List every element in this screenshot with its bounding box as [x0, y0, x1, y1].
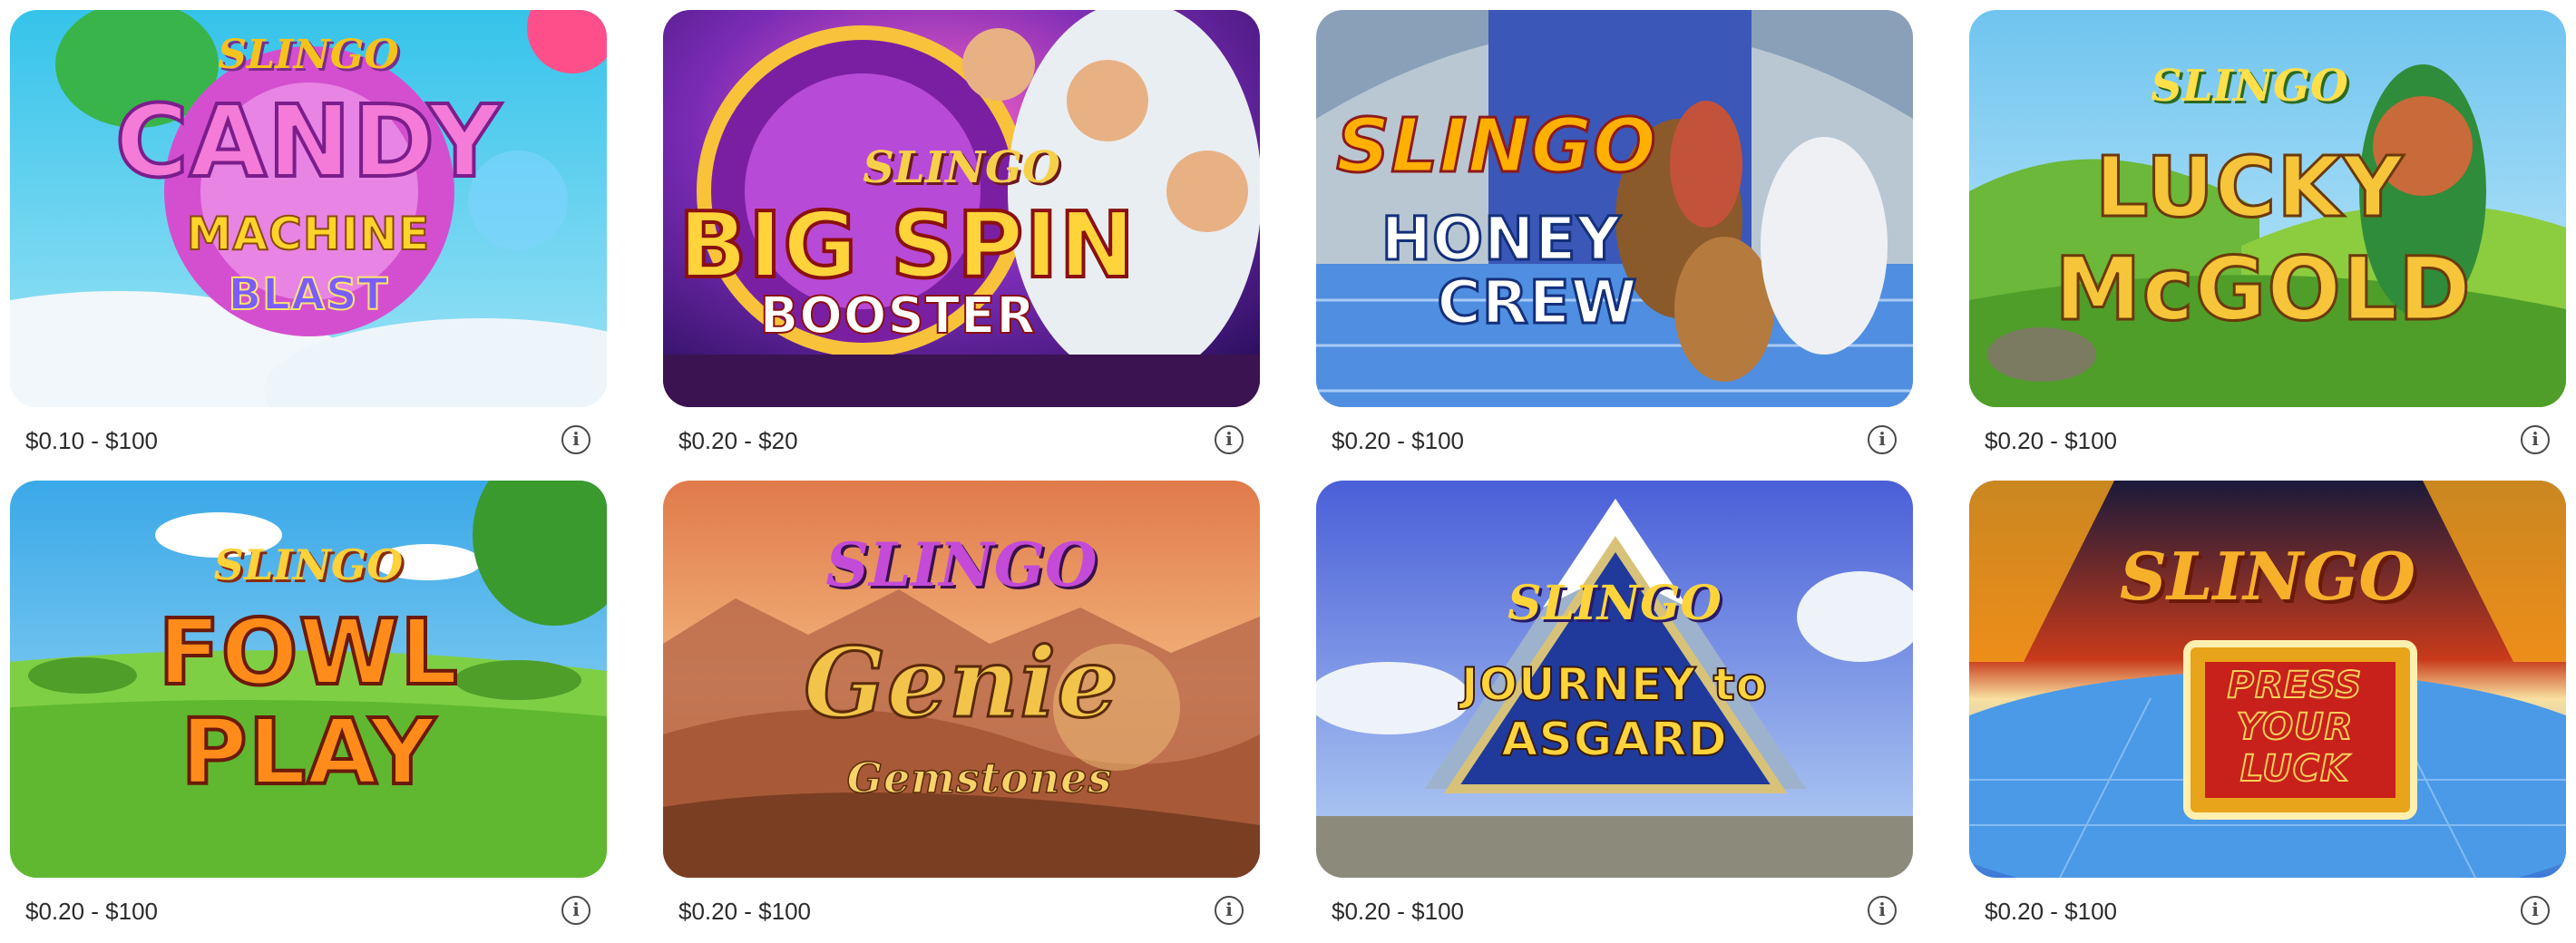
game-artwork: [1316, 10, 1913, 407]
game-meta: $0.20 - $100 i: [1316, 878, 1913, 943]
info-icon[interactable]: i: [561, 896, 590, 925]
game-thumbnail[interactable]: SLINGO PRESS YOUR LUCK: [1969, 481, 2566, 878]
game-artwork: [10, 10, 607, 407]
info-icon[interactable]: i: [1215, 896, 1244, 925]
info-icon[interactable]: i: [1868, 425, 1897, 454]
game-thumbnail[interactable]: SLINGO CANDY MACHINE BLAST: [10, 10, 607, 407]
bet-range: $0.20 - $100: [1332, 427, 1465, 454]
game-meta: $0.20 - $20 i: [663, 407, 1260, 472]
info-icon[interactable]: i: [2521, 896, 2550, 925]
info-icon[interactable]: i: [1215, 425, 1244, 454]
game-card-honey-crew[interactable]: SLINGO HONEY CREW $0.20 - $100 i: [1316, 10, 1913, 472]
game-artwork: [1969, 481, 2566, 878]
bet-range: $0.20 - $100: [1332, 898, 1465, 925]
game-meta: $0.20 - $100 i: [663, 878, 1260, 943]
game-thumbnail[interactable]: SLINGO FOWL PLAY: [10, 481, 607, 878]
game-thumbnail[interactable]: SLINGO HONEY CREW: [1316, 10, 1913, 407]
info-icon[interactable]: i: [1868, 896, 1897, 925]
game-thumbnail[interactable]: SLINGO Genie Gemstones: [663, 481, 1260, 878]
bet-range: $0.10 - $100: [25, 427, 159, 454]
info-icon[interactable]: i: [2521, 425, 2550, 454]
game-artwork: [1316, 481, 1913, 878]
bet-range: $0.20 - $100: [25, 898, 159, 925]
game-artwork: [663, 10, 1260, 407]
bet-range: $0.20 - $100: [678, 898, 812, 925]
game-card-press-your-luck[interactable]: SLINGO PRESS YOUR LUCK $0.20 - $100 i: [1969, 481, 2566, 943]
bet-range: $0.20 - $100: [1985, 898, 2118, 925]
game-meta: $0.20 - $100 i: [1969, 878, 2566, 943]
info-icon[interactable]: i: [561, 425, 590, 454]
game-meta: $0.20 - $100 i: [10, 878, 607, 943]
game-card-genie-gemstones[interactable]: SLINGO Genie Gemstones $0.20 - $100 i: [663, 481, 1260, 943]
game-thumbnail[interactable]: SLINGO JOURNEY to ASGARD: [1316, 481, 1913, 878]
game-artwork: [1969, 10, 2566, 407]
game-card-lucky-mcgold[interactable]: SLINGO LUCKY McGOLD $0.20 - $100 i: [1969, 10, 2566, 472]
game-card-big-spin-booster[interactable]: SLINGO BIG SPIN BOOSTER $0.20 - $20 i: [663, 10, 1260, 472]
game-card-candy-machine-blast[interactable]: SLINGO CANDY MACHINE BLAST $0.10 - $100 …: [10, 10, 607, 472]
game-thumbnail[interactable]: SLINGO LUCKY McGOLD: [1969, 10, 2566, 407]
game-thumbnail[interactable]: SLINGO BIG SPIN BOOSTER: [663, 10, 1260, 407]
game-artwork: [663, 481, 1260, 878]
game-card-journey-to-asgard[interactable]: SLINGO JOURNEY to ASGARD $0.20 - $100 i: [1316, 481, 1913, 943]
game-meta: $0.20 - $100 i: [1316, 407, 1913, 472]
game-meta: $0.10 - $100 i: [10, 407, 607, 472]
game-artwork: [10, 481, 607, 878]
game-card-fowl-play[interactable]: SLINGO FOWL PLAY $0.20 - $100 i: [10, 481, 607, 943]
game-meta: $0.20 - $100 i: [1969, 407, 2566, 472]
bet-range: $0.20 - $100: [1985, 427, 2118, 454]
bet-range: $0.20 - $20: [678, 427, 798, 454]
game-grid: SLINGO CANDY MACHINE BLAST $0.10 - $100 …: [0, 0, 2576, 939]
